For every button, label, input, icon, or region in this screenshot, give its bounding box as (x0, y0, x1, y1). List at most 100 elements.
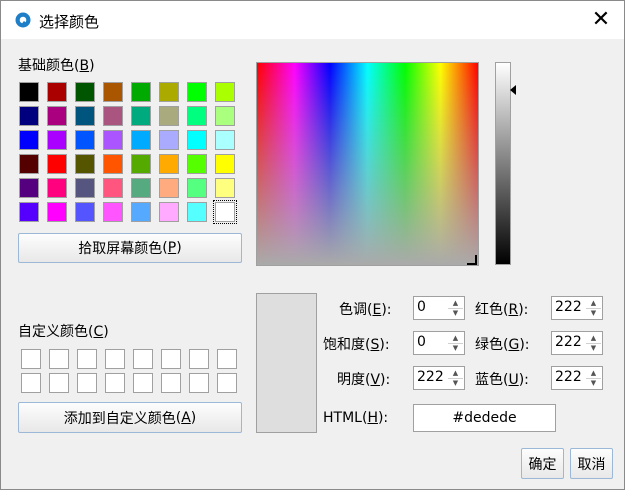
basic-color-swatch[interactable] (131, 178, 151, 198)
basic-color-swatch[interactable] (159, 130, 179, 150)
basic-color-swatch[interactable] (187, 82, 207, 102)
basic-color-swatch[interactable] (159, 178, 179, 198)
add-custom-color-button[interactable]: 添加到自定义颜色(A) (18, 402, 242, 433)
basic-color-swatch[interactable] (19, 202, 39, 222)
custom-color-swatch[interactable] (189, 349, 209, 369)
basic-color-swatch[interactable] (131, 82, 151, 102)
spin-down-icon[interactable]: ▼ (448, 343, 463, 353)
close-button[interactable]: ✕ (578, 1, 624, 39)
basic-color-swatch[interactable] (187, 178, 207, 198)
basic-color-swatch[interactable] (187, 106, 207, 126)
basic-color-swatch[interactable] (19, 130, 39, 150)
basic-color-swatch[interactable] (215, 130, 235, 150)
custom-color-swatch[interactable] (105, 373, 125, 393)
basic-color-swatch[interactable] (75, 202, 95, 222)
spin-down-icon[interactable]: ▼ (448, 378, 463, 388)
blue-label: 蓝色(U): (475, 372, 529, 388)
basic-color-swatch[interactable] (187, 130, 207, 150)
basic-color-swatch[interactable] (19, 106, 39, 126)
hue-label: 色调(E): (339, 302, 392, 318)
custom-color-swatch[interactable] (21, 373, 41, 393)
custom-color-swatch[interactable] (217, 373, 237, 393)
basic-color-swatch[interactable] (215, 106, 235, 126)
basic-color-swatch[interactable] (19, 178, 39, 198)
basic-color-swatch[interactable] (131, 202, 151, 222)
blue-spinbox[interactable]: 222 ▲ ▼ (551, 366, 603, 390)
basic-color-swatch[interactable] (75, 178, 95, 198)
basic-color-swatch[interactable] (75, 130, 95, 150)
basic-color-swatch[interactable] (103, 178, 123, 198)
custom-color-swatch[interactable] (133, 373, 153, 393)
custom-color-swatch[interactable] (161, 373, 181, 393)
window-title: 选择颜色 (39, 13, 100, 31)
basic-color-swatch[interactable] (47, 154, 67, 174)
basic-colors-grid (19, 82, 237, 224)
basic-color-swatch[interactable] (215, 154, 235, 174)
basic-color-swatch[interactable] (215, 82, 235, 102)
hue-spinbox[interactable]: 0 ▲ ▼ (413, 296, 465, 320)
value-label: 明度(V): (337, 372, 391, 388)
spin-down-icon[interactable]: ▼ (448, 308, 463, 318)
saturation-value: 0 (417, 334, 426, 350)
spin-down-icon[interactable]: ▼ (586, 378, 601, 388)
basic-color-swatch[interactable] (215, 178, 235, 198)
basic-color-swatch[interactable] (47, 106, 67, 126)
green-value: 222 (555, 334, 582, 350)
red-label: 红色(R): (475, 302, 529, 318)
basic-color-swatch[interactable] (187, 154, 207, 174)
custom-colors-grid (21, 349, 237, 393)
basic-color-swatch[interactable] (131, 154, 151, 174)
pick-screen-color-button[interactable]: 拾取屏幕颜色(P) (18, 233, 242, 263)
basic-color-swatch[interactable] (159, 154, 179, 174)
basic-color-swatch[interactable] (159, 106, 179, 126)
value-spinbox[interactable]: 222 ▲ ▼ (413, 366, 465, 390)
basic-color-swatch[interactable] (131, 130, 151, 150)
basic-color-swatch[interactable] (103, 130, 123, 150)
basic-color-swatch[interactable] (47, 130, 67, 150)
basic-color-swatch[interactable] (75, 82, 95, 102)
custom-color-swatch[interactable] (105, 349, 125, 369)
basic-color-swatch[interactable] (103, 202, 123, 222)
color-preview (256, 293, 317, 433)
spectrum-crosshair (467, 255, 477, 265)
spin-down-icon[interactable]: ▼ (586, 308, 601, 318)
basic-color-swatch[interactable] (19, 154, 39, 174)
custom-color-swatch[interactable] (21, 349, 41, 369)
basic-color-swatch[interactable] (19, 82, 39, 102)
basic-color-swatch[interactable] (75, 106, 95, 126)
custom-colors-label: 自定义颜色(C) (18, 324, 109, 340)
basic-color-swatch[interactable] (159, 202, 179, 222)
custom-color-swatch[interactable] (133, 349, 153, 369)
hue-saturation-spectrum[interactable] (256, 62, 479, 266)
custom-color-swatch[interactable] (77, 373, 97, 393)
basic-color-swatch[interactable] (75, 154, 95, 174)
custom-color-swatch[interactable] (77, 349, 97, 369)
basic-color-swatch[interactable] (213, 200, 237, 224)
cancel-button[interactable]: 取消 (570, 448, 613, 479)
luminance-slider[interactable] (495, 62, 511, 265)
luminance-arrow-icon[interactable] (510, 85, 516, 95)
basic-color-swatch[interactable] (187, 202, 207, 222)
basic-colors-label: 基础颜色(B) (18, 58, 95, 74)
custom-color-swatch[interactable] (49, 349, 69, 369)
qt-logo-icon (15, 12, 31, 28)
basic-color-swatch[interactable] (103, 154, 123, 174)
custom-color-swatch[interactable] (189, 373, 209, 393)
basic-color-swatch[interactable] (47, 202, 67, 222)
basic-color-swatch[interactable] (103, 82, 123, 102)
custom-color-swatch[interactable] (161, 349, 181, 369)
custom-color-swatch[interactable] (49, 373, 69, 393)
red-spinbox[interactable]: 222 ▲ ▼ (551, 296, 603, 320)
ok-button[interactable]: 确定 (521, 448, 564, 479)
green-spinbox[interactable]: 222 ▲ ▼ (551, 331, 603, 355)
basic-color-swatch[interactable] (159, 82, 179, 102)
basic-color-swatch[interactable] (47, 178, 67, 198)
basic-color-swatch[interactable] (47, 82, 67, 102)
title-bar: 选择颜色 ✕ (1, 1, 624, 39)
basic-color-swatch[interactable] (131, 106, 151, 126)
html-hex-input[interactable]: #dedede (413, 404, 556, 432)
custom-color-swatch[interactable] (217, 349, 237, 369)
saturation-spinbox[interactable]: 0 ▲ ▼ (413, 331, 465, 355)
spin-down-icon[interactable]: ▼ (586, 343, 601, 353)
basic-color-swatch[interactable] (103, 106, 123, 126)
